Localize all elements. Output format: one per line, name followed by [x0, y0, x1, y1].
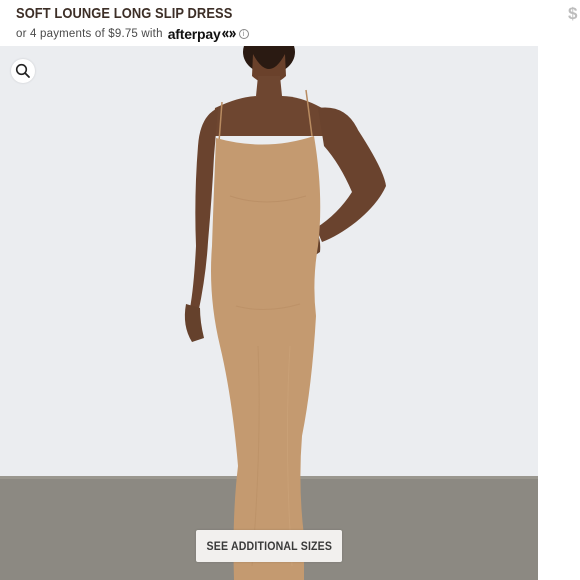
zoom-button[interactable]: [11, 59, 35, 83]
see-additional-sizes-button[interactable]: SEE ADDITIONAL SIZES: [196, 530, 342, 562]
installment-text: or 4 payments of $9.75 with: [16, 28, 163, 40]
price-partial: $: [568, 4, 578, 23]
afterpay-logo-icon: [221, 30, 236, 38]
product-title: SOFT LOUNGE LONG SLIP DRESS: [16, 5, 233, 22]
page-margin: [538, 46, 580, 580]
afterpay-installment-line: or 4 payments of $9.75 with afterpay i: [16, 26, 249, 42]
afterpay-wordmark: afterpay: [167, 26, 221, 42]
search-icon: [15, 63, 30, 78]
product-header: SOFT LOUNGE LONG SLIP DRESS or 4 payment…: [0, 0, 580, 46]
model-photo: [0, 46, 538, 580]
afterpay-logo: afterpay: [168, 26, 236, 42]
product-image[interactable]: [0, 46, 538, 580]
info-icon[interactable]: i: [238, 29, 249, 39]
see-additional-sizes-label: SEE ADDITIONAL SIZES: [206, 539, 332, 553]
